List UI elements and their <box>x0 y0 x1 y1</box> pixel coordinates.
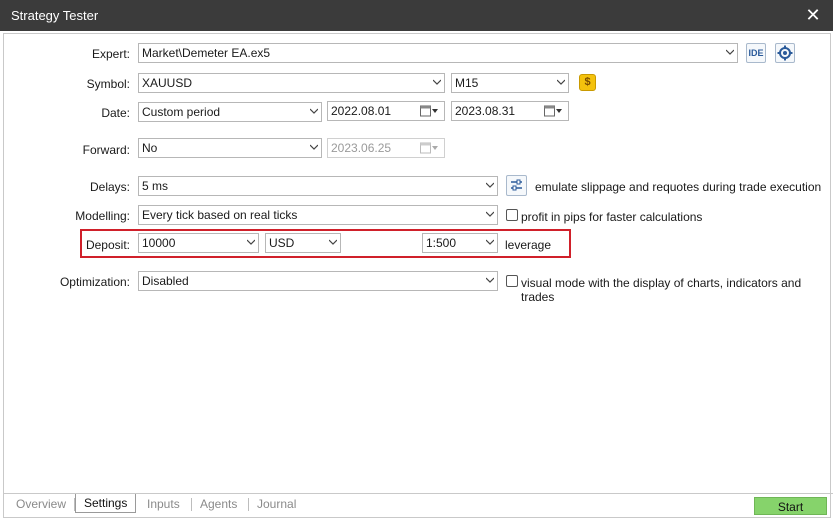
leverage-value: 1:500 <box>426 236 457 250</box>
chevron-down-icon <box>247 239 255 245</box>
date-from-field[interactable]: 2022.08.01 <box>327 101 445 121</box>
modelling-label: Modelling: <box>75 209 130 223</box>
symbol-value: XAUUSD <box>142 76 193 90</box>
forward-date-field: 2023.06.25 <box>327 138 445 158</box>
expert-label: Expert: <box>91 47 130 61</box>
delays-select[interactable]: 5 ms <box>138 176 498 196</box>
optimization-value: Disabled <box>142 274 189 288</box>
forward-date-value: 2023.06.25 <box>331 141 392 155</box>
optimization-label: Optimization: <box>59 275 130 289</box>
forward-select[interactable]: No <box>138 138 322 158</box>
chevron-down-icon <box>726 49 734 55</box>
chevron-down-icon <box>486 211 494 217</box>
visual-mode-label: visual mode with the display of charts, … <box>521 276 802 304</box>
tab-settings[interactable]: Settings <box>75 494 137 513</box>
chevron-down-icon <box>486 239 494 245</box>
ide-button[interactable]: IDE <box>746 43 766 63</box>
settings-button[interactable] <box>775 43 795 63</box>
optimization-select[interactable]: Disabled <box>138 271 498 291</box>
symbol-label: Symbol: <box>86 77 130 91</box>
bottom-tab-bar: Overview Settings Inputs Agents Journal <box>3 493 833 516</box>
close-icon[interactable]: ✕ <box>801 3 825 27</box>
chevron-down-icon <box>310 108 318 114</box>
profit-pips-label: profit in pips for faster calculations <box>521 210 703 224</box>
start-button[interactable]: Start <box>754 497 827 515</box>
profit-pips-checkbox[interactable] <box>506 209 518 221</box>
chevron-down-icon <box>329 239 337 245</box>
forward-label: Forward: <box>82 143 130 157</box>
chevron-down-icon <box>486 182 494 188</box>
tab-inputs[interactable]: Inputs <box>147 497 180 511</box>
chevron-down-icon <box>486 277 494 283</box>
chevron-down-icon <box>310 144 318 150</box>
date-mode-value: Custom period <box>142 105 221 119</box>
expert-value: Market\Demeter EA.ex5 <box>142 46 271 60</box>
leverage-label: leverage <box>505 238 552 252</box>
tab-journal[interactable]: Journal <box>257 497 296 511</box>
sliders-icon <box>511 179 522 191</box>
expert-select[interactable]: Market\Demeter EA.ex5 <box>138 43 738 63</box>
tab-divider <box>191 498 192 511</box>
deposit-select[interactable]: 10000 <box>138 233 259 253</box>
window-title: Strategy Tester <box>11 8 99 23</box>
date-mode-select[interactable]: Custom period <box>138 102 322 122</box>
deposit-label: Deposit: <box>85 238 130 252</box>
timeframe-value: M15 <box>455 76 479 90</box>
modelling-value: Every tick based on real ticks <box>142 208 298 222</box>
delays-settings-button[interactable] <box>506 175 527 196</box>
chevron-down-icon <box>433 79 441 85</box>
calendar-icon[interactable] <box>544 105 562 117</box>
forward-value: No <box>142 141 158 155</box>
timeframe-select[interactable]: M15 <box>451 73 569 93</box>
emulate-label: emulate slippage and requotes during tra… <box>535 180 822 194</box>
visual-mode-checkbox[interactable] <box>506 275 518 287</box>
tab-divider <box>248 498 249 511</box>
title-bar: Strategy Tester ✕ <box>0 0 833 31</box>
date-to-value: 2023.08.31 <box>455 104 516 118</box>
calendar-icon[interactable] <box>420 105 438 117</box>
tab-overview[interactable]: Overview <box>16 497 66 511</box>
leverage-select[interactable]: 1:500 <box>422 233 498 253</box>
gear-icon <box>777 45 793 61</box>
modelling-select[interactable]: Every tick based on real ticks <box>138 205 498 225</box>
symbol-select[interactable]: XAUUSD <box>138 73 445 93</box>
chevron-down-icon <box>557 79 565 85</box>
calendar-icon <box>420 142 438 154</box>
tab-agents[interactable]: Agents <box>200 497 237 511</box>
delays-value: 5 ms <box>142 179 169 193</box>
currency-value: USD <box>269 236 295 250</box>
dollar-icon[interactable]: $ <box>579 74 596 91</box>
date-from-value: 2022.08.01 <box>331 104 392 118</box>
date-label: Date: <box>101 106 130 120</box>
date-to-field[interactable]: 2023.08.31 <box>451 101 569 121</box>
delays-label: Delays: <box>89 180 130 194</box>
deposit-value: 10000 <box>142 236 176 250</box>
currency-select[interactable]: USD <box>265 233 341 253</box>
